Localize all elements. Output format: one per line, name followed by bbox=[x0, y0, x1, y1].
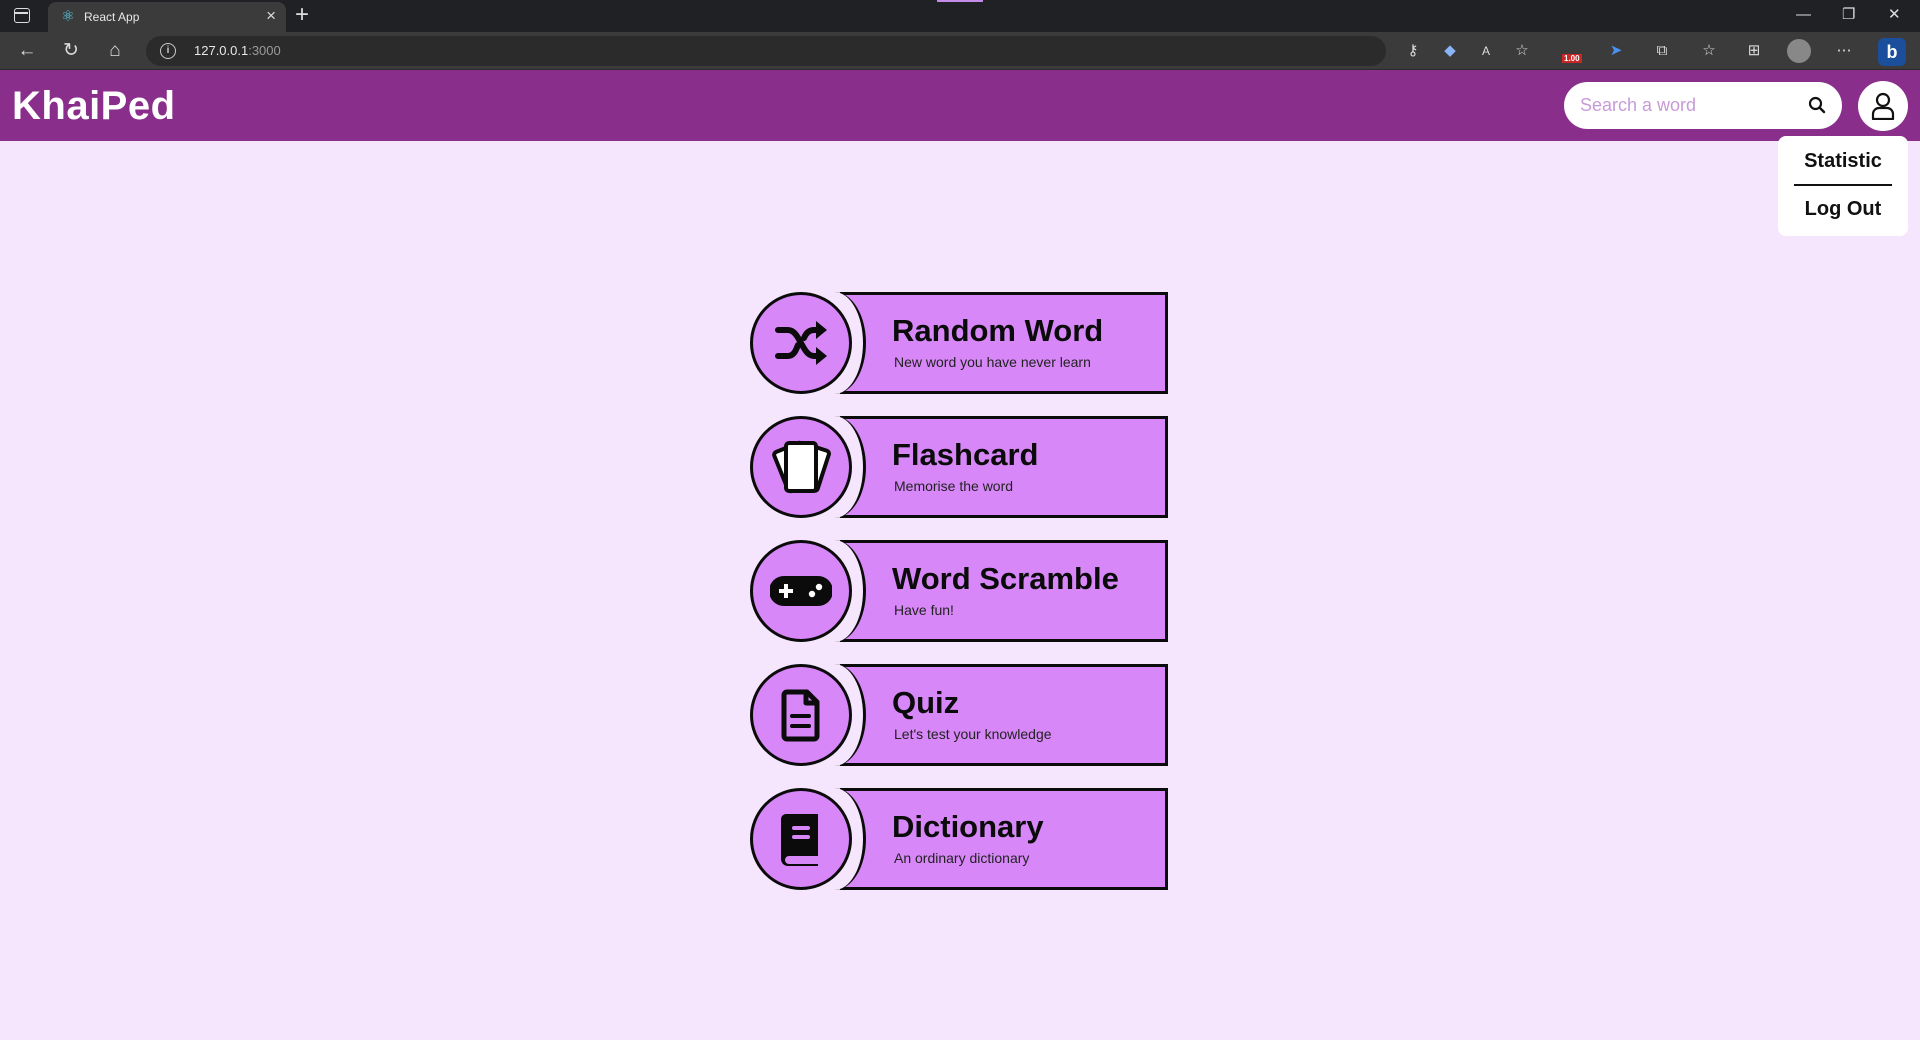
key-icon[interactable]: ⚷ bbox=[1403, 41, 1423, 61]
user-menu-button[interactable] bbox=[1858, 81, 1908, 131]
tag-icon[interactable]: ◆ bbox=[1440, 41, 1460, 61]
extensions-puzzle-icon[interactable]: ⧉ bbox=[1652, 41, 1672, 61]
bing-chat-icon[interactable]: b bbox=[1878, 38, 1906, 66]
feature-subtitle: Have fun! bbox=[894, 602, 954, 618]
feature-card-panel bbox=[803, 664, 1168, 766]
menu-item-statistic[interactable]: Statistic bbox=[1778, 150, 1908, 173]
tab-actions-icon[interactable] bbox=[14, 8, 30, 23]
refresh-icon[interactable]: ↻ bbox=[60, 40, 82, 62]
feature-subtitle: Let's test your knowledge bbox=[894, 726, 1052, 742]
search-input[interactable] bbox=[1580, 92, 1790, 118]
url-port: :3000 bbox=[248, 43, 281, 58]
browser-tab-bar: ⚛ React App × + — ❐ ✕ bbox=[0, 0, 1920, 32]
feature-title: Word Scramble bbox=[892, 561, 1119, 596]
profile-avatar-icon[interactable] bbox=[1787, 39, 1811, 63]
react-favicon-icon: ⚛ bbox=[61, 8, 75, 25]
extension-badge-icon[interactable]: 1.00 bbox=[1562, 41, 1586, 63]
favorite-star-icon[interactable]: ☆ bbox=[1512, 41, 1532, 61]
book-icon bbox=[781, 814, 818, 866]
window-drag-indicator bbox=[937, 0, 983, 2]
extension-badge: 1.00 bbox=[1562, 54, 1582, 63]
feature-card-quiz[interactable]: Quiz Let's test your knowledge bbox=[748, 664, 1172, 766]
feature-icon-circle bbox=[750, 292, 852, 394]
search-icon[interactable] bbox=[1808, 96, 1826, 114]
feature-icon-circle bbox=[750, 540, 852, 642]
feature-icon-circle bbox=[750, 416, 852, 518]
app-header: KhaiPed bbox=[0, 70, 1920, 141]
url-host: 127.0.0.1 bbox=[194, 43, 249, 58]
window-close-icon[interactable]: ✕ bbox=[1888, 5, 1901, 25]
feature-card-flashcard[interactable]: Flashcard Memorise the word bbox=[748, 416, 1172, 518]
back-icon[interactable]: ← bbox=[16, 40, 38, 62]
browser-toolbar: ← ↻ ⌂ i 127.0.0.1:3000 ⚷ ◆ A ☆ 1.00 ➤ ⧉ … bbox=[0, 32, 1920, 70]
browser-tab[interactable]: ⚛ React App × bbox=[48, 2, 286, 32]
new-tab-button[interactable]: + bbox=[295, 2, 309, 28]
feature-title: Quiz bbox=[892, 685, 960, 720]
feature-icon-circle bbox=[750, 788, 852, 890]
document-icon bbox=[781, 689, 820, 742]
shuffle-icon bbox=[775, 321, 827, 365]
tab-title: React App bbox=[84, 10, 140, 24]
restore-icon[interactable]: ❐ bbox=[1842, 5, 1855, 25]
user-icon bbox=[1871, 92, 1895, 120]
favorites-icon[interactable]: ☆ bbox=[1699, 41, 1719, 61]
collections-icon[interactable]: ⊞ bbox=[1744, 41, 1764, 61]
feature-subtitle: Memorise the word bbox=[894, 478, 1014, 494]
feature-icon-circle bbox=[750, 664, 852, 766]
url-text: 127.0.0.1:3000 bbox=[194, 43, 281, 58]
address-bar[interactable]: i 127.0.0.1:3000 bbox=[146, 36, 1386, 66]
feature-card-dictionary[interactable]: Dictionary An ordinary dictionary bbox=[748, 788, 1172, 890]
minimize-icon[interactable]: — bbox=[1796, 5, 1811, 25]
site-info-icon[interactable]: i bbox=[160, 43, 176, 59]
feature-title: Random Word bbox=[892, 313, 1104, 348]
flashcard-icon bbox=[772, 440, 831, 494]
menu-divider bbox=[1794, 184, 1892, 186]
search-box bbox=[1564, 82, 1842, 129]
logo[interactable]: KhaiPed bbox=[12, 84, 176, 129]
user-dropdown-menu: Statistic Log Out bbox=[1778, 136, 1908, 236]
feature-subtitle: An ordinary dictionary bbox=[894, 850, 1030, 866]
more-options-icon[interactable]: ⋯ bbox=[1834, 41, 1854, 61]
feature-card-word-scramble[interactable]: Word Scramble Have fun! bbox=[748, 540, 1172, 642]
feature-title: Flashcard bbox=[892, 437, 1039, 472]
read-aloud-icon[interactable]: A bbox=[1476, 41, 1496, 61]
extension-arrow-icon[interactable]: ➤ bbox=[1606, 41, 1626, 61]
feature-subtitle: New word you have never learn bbox=[894, 354, 1091, 370]
feature-card-random-word[interactable]: Random Word New word you have never lear… bbox=[748, 292, 1172, 394]
feature-title: Dictionary bbox=[892, 809, 1044, 844]
home-icon[interactable]: ⌂ bbox=[104, 40, 126, 62]
gamepad-icon bbox=[770, 576, 832, 606]
menu-item-log-out[interactable]: Log Out bbox=[1778, 198, 1908, 221]
tab-close-icon[interactable]: × bbox=[266, 7, 276, 25]
